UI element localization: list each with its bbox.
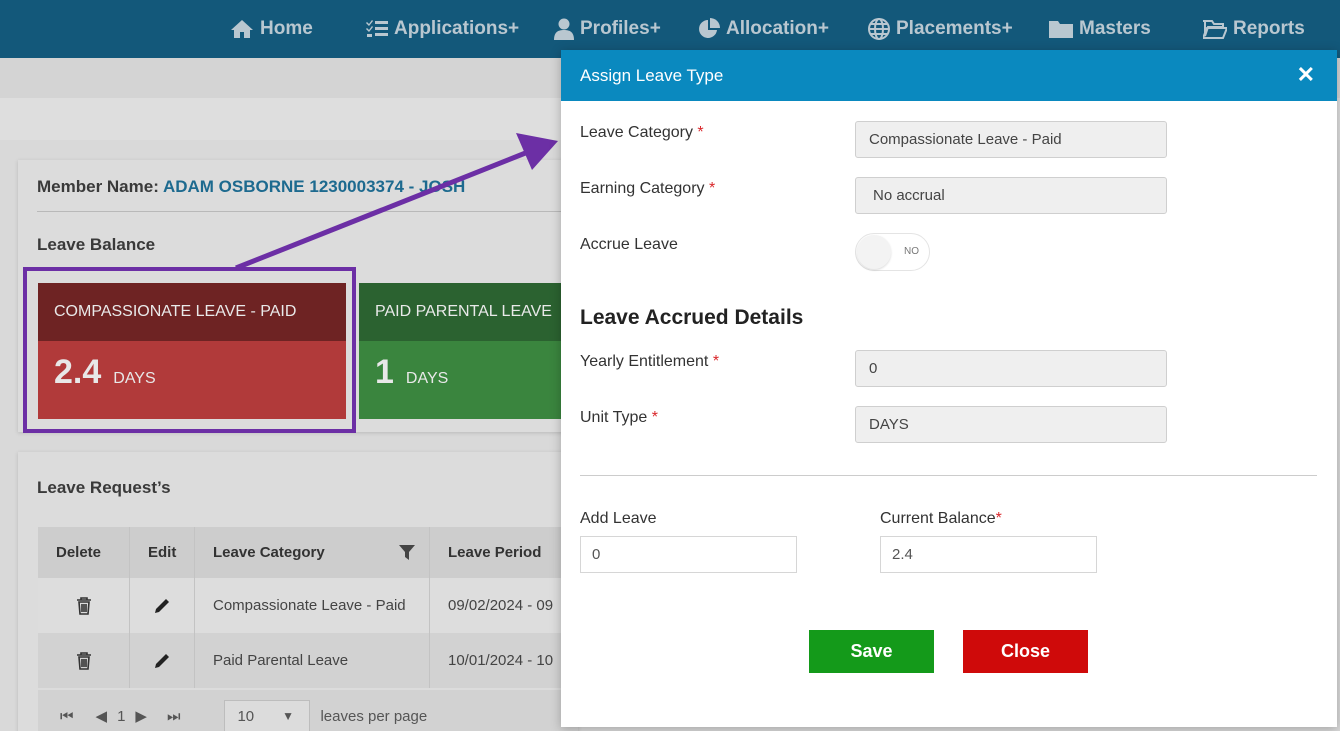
column-header-label: Leave Category	[213, 544, 325, 561]
table-row: Compassionate Leave - Paid 09/02/2024 - …	[38, 578, 578, 633]
nav-allocation-label: Allocation+	[726, 18, 829, 39]
table-row: Paid Parental Leave 10/01/2024 - 10	[38, 633, 578, 688]
list-check-icon	[366, 20, 388, 37]
column-header-period: Leave Period	[448, 544, 542, 561]
last-page-icon[interactable]: ⏭	[167, 708, 181, 725]
unit-type-label: Unit Type *	[580, 409, 658, 427]
pagination: ⏮ ◀ 1 ▶ ⏭ 10 ▼ leaves per page	[38, 690, 578, 731]
modal-title: Assign Leave Type	[580, 65, 724, 85]
unit-type-field[interactable]: DAYS	[855, 406, 1167, 443]
label-text: Yearly Entitlement	[580, 353, 709, 370]
delete-cell	[38, 633, 130, 688]
pencil-icon[interactable]	[153, 652, 171, 670]
home-icon	[231, 20, 253, 38]
nav-home[interactable]: Home	[230, 0, 313, 58]
period-cell: 09/02/2024 - 09	[448, 597, 554, 614]
nav-reports-label: Reports	[1233, 18, 1305, 39]
required-asterisk: *	[995, 510, 1002, 527]
nav-profiles-label: Profiles+	[580, 18, 661, 39]
leave-category-field[interactable]: Compassionate Leave - Paid	[855, 121, 1167, 158]
nav-placements-label: Placements+	[896, 18, 1013, 39]
required-asterisk: *	[651, 409, 658, 426]
yearly-entitlement-label: Yearly Entitlement *	[580, 353, 719, 371]
current-balance-input[interactable]: 2.4	[880, 536, 1097, 573]
nav-applications-label: Applications+	[394, 18, 520, 39]
category-cell: Compassionate Leave - Paid	[195, 578, 430, 633]
leave-requests-table: Delete Edit Leave Category Leave Period …	[38, 527, 578, 688]
save-button[interactable]: Save	[809, 630, 934, 673]
close-icon[interactable]: ✕	[1297, 64, 1315, 86]
first-page-icon[interactable]: ⏮	[60, 708, 74, 725]
edit-cell	[130, 578, 195, 633]
nav-home-label: Home	[260, 18, 313, 39]
toggle-state: NO	[904, 246, 919, 257]
leave-requests-panel: Leave Request’s Delete Edit Leave Catego…	[18, 452, 578, 731]
column-header-delete: Delete	[38, 527, 130, 578]
edit-cell	[130, 633, 195, 688]
table-header: Delete Edit Leave Category Leave Period	[38, 527, 578, 578]
label-text: Current Balance	[880, 510, 996, 527]
column-header-edit: Edit	[130, 527, 195, 578]
yearly-entitlement-field[interactable]: 0	[855, 350, 1167, 387]
accrue-leave-toggle[interactable]: NO	[855, 233, 930, 271]
page-size-value: 10	[237, 707, 255, 725]
assign-leave-type-modal: Assign Leave Type ✕ Leave Category * Com…	[561, 50, 1337, 727]
prev-page-icon[interactable]: ◀	[96, 707, 108, 725]
earning-category-field[interactable]: No accrual	[855, 177, 1167, 214]
label-text: Unit Type	[580, 409, 648, 426]
page-size-select[interactable]: 10 ▼	[224, 700, 311, 731]
chevron-down-icon: ▼	[282, 709, 295, 723]
required-asterisk: *	[708, 180, 716, 197]
leave-card-name: PAID PARENTAL LEAVE	[359, 283, 579, 341]
category-cell: Paid Parental Leave	[195, 633, 430, 688]
divider	[580, 475, 1317, 476]
member-name-value: ADAM OSBORNE 1230003374 - JOSH	[162, 177, 466, 196]
column-header-category[interactable]: Leave Category	[195, 527, 430, 578]
next-page-icon[interactable]: ▶	[135, 707, 147, 725]
nav-masters-label: Masters	[1079, 18, 1151, 39]
folder-open-icon	[1203, 20, 1227, 39]
member-name-label: Member Name:	[37, 177, 159, 196]
add-leave-label: Add Leave	[580, 510, 657, 527]
pencil-icon[interactable]	[153, 597, 171, 615]
leave-category-label: Leave Category *	[580, 124, 704, 142]
leave-requests-title: Leave Request’s	[37, 478, 171, 497]
folder-icon	[1049, 21, 1073, 38]
filter-icon[interactable]	[399, 545, 415, 560]
add-leave-input[interactable]: 0	[580, 536, 797, 573]
nav-applications[interactable]: Applications+	[366, 0, 519, 58]
page-size-label: leaves per page	[320, 707, 428, 725]
trash-icon[interactable]	[76, 596, 92, 615]
earning-category-label: Earning Category *	[580, 180, 715, 198]
leave-balance-title: Leave Balance	[37, 235, 156, 254]
member-name: Member Name: ADAM OSBORNE 1230003374 - J…	[37, 177, 465, 197]
pie-chart-icon	[699, 18, 720, 38]
trash-icon[interactable]	[76, 651, 92, 670]
leave-card-value: 1	[375, 353, 394, 391]
accrue-leave-label: Accrue Leave	[580, 236, 678, 253]
divider	[37, 211, 577, 212]
section-title: Leave Accrued Details	[580, 306, 804, 329]
required-asterisk: *	[712, 353, 720, 370]
current-page[interactable]: 1	[117, 708, 125, 725]
leave-card-parental[interactable]: PAID PARENTAL LEAVE 1 DAYS	[359, 283, 579, 419]
period-cell: 10/01/2024 - 10	[448, 652, 554, 669]
delete-cell	[38, 578, 130, 633]
label-text: Leave Category	[580, 124, 693, 141]
label-text: Earning Category	[580, 180, 705, 197]
leave-card-unit: DAYS	[405, 370, 449, 387]
close-button[interactable]: Close	[963, 630, 1088, 673]
modal-header: Assign Leave Type	[561, 50, 1337, 101]
required-asterisk: *	[697, 124, 704, 141]
globe-icon	[868, 18, 890, 40]
annotation-highlight-box	[23, 267, 356, 433]
current-balance-label: Current Balance*	[880, 510, 1002, 528]
toggle-knob	[857, 235, 891, 269]
user-icon	[554, 18, 574, 40]
